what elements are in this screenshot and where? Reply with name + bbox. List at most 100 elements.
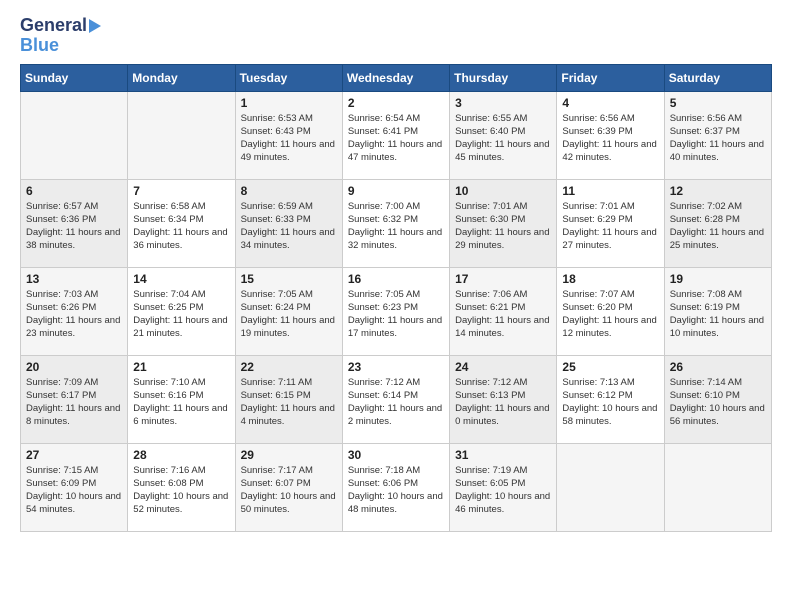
day-number: 3 — [455, 96, 551, 110]
day-info: Sunrise: 7:01 AMSunset: 6:29 PMDaylight:… — [562, 200, 658, 253]
day-info: Sunrise: 7:14 AMSunset: 6:10 PMDaylight:… — [670, 376, 766, 429]
day-number: 8 — [241, 184, 337, 198]
calendar-cell: 22 Sunrise: 7:11 AMSunset: 6:15 PMDayligh… — [235, 355, 342, 443]
calendar-cell: 31 Sunrise: 7:19 AMSunset: 6:05 PMDayligh… — [450, 443, 557, 531]
calendar-week-5: 27Sunrise: 7:15 AMSunset: 6:09 PMDayligh… — [21, 443, 772, 531]
page-header: General Blue — [20, 16, 772, 56]
calendar-cell: 16 Sunrise: 7:05 AMSunset: 6:23 PMDayligh… — [342, 267, 449, 355]
day-info: Sunrise: 7:08 AMSunset: 6:19 PMDaylight:… — [670, 288, 766, 341]
day-info: Sunrise: 6:57 AMSunset: 6:36 PMDaylight:… — [26, 200, 122, 253]
day-number: 25 — [562, 360, 658, 374]
calendar-cell: 23Sunrise: 7:12 AMSunset: 6:14 PMDayligh… — [342, 355, 449, 443]
day-number: 17 — [455, 272, 551, 286]
col-header-monday: Monday — [128, 64, 235, 91]
calendar-cell: 6 Sunrise: 6:57 AMSunset: 6:36 PMDaylight… — [21, 179, 128, 267]
day-info: Sunrise: 6:56 AMSunset: 6:39 PMDaylight:… — [562, 112, 658, 165]
logo: General Blue — [20, 16, 101, 56]
calendar-cell: 7Sunrise: 6:58 AMSunset: 6:34 PMDaylight… — [128, 179, 235, 267]
day-number: 1 — [241, 96, 337, 110]
day-number: 22 — [241, 360, 337, 374]
calendar-cell: 3Sunrise: 6:55 AMSunset: 6:40 PMDaylight… — [450, 91, 557, 179]
calendar-cell: 20Sunrise: 7:09 AMSunset: 6:17 PMDayligh… — [21, 355, 128, 443]
day-info: Sunrise: 7:11 AMSunset: 6:15 PMDaylight:… — [241, 376, 337, 429]
day-info: Sunrise: 7:19 AMSunset: 6:05 PMDaylight:… — [455, 464, 551, 517]
calendar-cell — [128, 91, 235, 179]
day-number: 9 — [348, 184, 444, 198]
logo-general: General — [20, 16, 87, 36]
calendar-cell — [21, 91, 128, 179]
day-info: Sunrise: 7:00 AMSunset: 6:32 PMDaylight:… — [348, 200, 444, 253]
day-info: Sunrise: 7:02 AMSunset: 6:28 PMDaylight:… — [670, 200, 766, 253]
day-info: Sunrise: 7:07 AMSunset: 6:20 PMDaylight:… — [562, 288, 658, 341]
col-header-friday: Friday — [557, 64, 664, 91]
day-number: 5 — [670, 96, 766, 110]
logo-blue: Blue — [20, 36, 59, 56]
calendar-week-3: 13Sunrise: 7:03 AMSunset: 6:26 PMDayligh… — [21, 267, 772, 355]
calendar-week-4: 20Sunrise: 7:09 AMSunset: 6:17 PMDayligh… — [21, 355, 772, 443]
calendar-cell: 26 Sunrise: 7:14 AMSunset: 6:10 PMDayligh… — [664, 355, 771, 443]
calendar-cell: 14 Sunrise: 7:04 AMSunset: 6:25 PMDayligh… — [128, 267, 235, 355]
col-header-thursday: Thursday — [450, 64, 557, 91]
col-header-tuesday: Tuesday — [235, 64, 342, 91]
calendar-week-1: 1 Sunrise: 6:53 AMSunset: 6:43 PMDaylight… — [21, 91, 772, 179]
day-info: Sunrise: 7:05 AMSunset: 6:23 PMDaylight:… — [348, 288, 444, 341]
calendar-cell: 1 Sunrise: 6:53 AMSunset: 6:43 PMDaylight… — [235, 91, 342, 179]
day-number: 10 — [455, 184, 551, 198]
col-header-saturday: Saturday — [664, 64, 771, 91]
day-number: 20 — [26, 360, 122, 374]
calendar-cell — [664, 443, 771, 531]
calendar-cell: 28Sunrise: 7:16 AMSunset: 6:08 PMDayligh… — [128, 443, 235, 531]
day-info: Sunrise: 7:04 AMSunset: 6:25 PMDaylight:… — [133, 288, 229, 341]
day-info: Sunrise: 7:17 AMSunset: 6:07 PMDaylight:… — [241, 464, 337, 517]
calendar-cell: 17 Sunrise: 7:06 AMSunset: 6:21 PMDayligh… — [450, 267, 557, 355]
day-number: 4 — [562, 96, 658, 110]
calendar-cell: 5Sunrise: 6:56 AMSunset: 6:37 PMDaylight… — [664, 91, 771, 179]
day-number: 12 — [670, 184, 766, 198]
calendar-week-2: 6 Sunrise: 6:57 AMSunset: 6:36 PMDaylight… — [21, 179, 772, 267]
calendar-cell: 21Sunrise: 7:10 AMSunset: 6:16 PMDayligh… — [128, 355, 235, 443]
day-info: Sunrise: 7:12 AMSunset: 6:13 PMDaylight:… — [455, 376, 551, 429]
calendar-cell: 9 Sunrise: 7:00 AMSunset: 6:32 PMDaylight… — [342, 179, 449, 267]
day-number: 26 — [670, 360, 766, 374]
calendar-cell: 15Sunrise: 7:05 AMSunset: 6:24 PMDayligh… — [235, 267, 342, 355]
day-number: 18 — [562, 272, 658, 286]
col-header-wednesday: Wednesday — [342, 64, 449, 91]
day-info: Sunrise: 7:01 AMSunset: 6:30 PMDaylight:… — [455, 200, 551, 253]
calendar-cell: 4 Sunrise: 6:56 AMSunset: 6:39 PMDaylight… — [557, 91, 664, 179]
calendar-header-row: SundayMondayTuesdayWednesdayThursdayFrid… — [21, 64, 772, 91]
calendar-cell: 27Sunrise: 7:15 AMSunset: 6:09 PMDayligh… — [21, 443, 128, 531]
day-info: Sunrise: 7:03 AMSunset: 6:26 PMDaylight:… — [26, 288, 122, 341]
day-number: 2 — [348, 96, 444, 110]
calendar-cell: 19 Sunrise: 7:08 AMSunset: 6:19 PMDayligh… — [664, 267, 771, 355]
day-number: 30 — [348, 448, 444, 462]
day-number: 16 — [348, 272, 444, 286]
day-number: 11 — [562, 184, 658, 198]
calendar-cell: 10 Sunrise: 7:01 AMSunset: 6:30 PMDayligh… — [450, 179, 557, 267]
calendar-cell — [557, 443, 664, 531]
calendar-cell: 11 Sunrise: 7:01 AMSunset: 6:29 PMDayligh… — [557, 179, 664, 267]
calendar-cell: 29 Sunrise: 7:17 AMSunset: 6:07 PMDayligh… — [235, 443, 342, 531]
day-number: 31 — [455, 448, 551, 462]
calendar-cell: 18 Sunrise: 7:07 AMSunset: 6:20 PMDayligh… — [557, 267, 664, 355]
day-number: 28 — [133, 448, 229, 462]
calendar-cell: 24Sunrise: 7:12 AMSunset: 6:13 PMDayligh… — [450, 355, 557, 443]
day-info: Sunrise: 6:53 AMSunset: 6:43 PMDaylight:… — [241, 112, 337, 165]
calendar-cell: 12 Sunrise: 7:02 AMSunset: 6:28 PMDayligh… — [664, 179, 771, 267]
day-number: 7 — [133, 184, 229, 198]
day-number: 6 — [26, 184, 122, 198]
col-header-sunday: Sunday — [21, 64, 128, 91]
day-info: Sunrise: 7:18 AMSunset: 6:06 PMDaylight:… — [348, 464, 444, 517]
day-info: Sunrise: 6:59 AMSunset: 6:33 PMDaylight:… — [241, 200, 337, 253]
day-number: 14 — [133, 272, 229, 286]
day-number: 19 — [670, 272, 766, 286]
calendar-cell: 25 Sunrise: 7:13 AMSunset: 6:12 PMDayligh… — [557, 355, 664, 443]
day-info: Sunrise: 7:15 AMSunset: 6:09 PMDaylight:… — [26, 464, 122, 517]
day-info: Sunrise: 7:13 AMSunset: 6:12 PMDaylight:… — [562, 376, 658, 429]
day-number: 23 — [348, 360, 444, 374]
day-number: 21 — [133, 360, 229, 374]
day-info: Sunrise: 7:06 AMSunset: 6:21 PMDaylight:… — [455, 288, 551, 341]
calendar-table: SundayMondayTuesdayWednesdayThursdayFrid… — [20, 64, 772, 532]
calendar-cell: 13Sunrise: 7:03 AMSunset: 6:26 PMDayligh… — [21, 267, 128, 355]
calendar-cell: 8 Sunrise: 6:59 AMSunset: 6:33 PMDaylight… — [235, 179, 342, 267]
day-number: 29 — [241, 448, 337, 462]
